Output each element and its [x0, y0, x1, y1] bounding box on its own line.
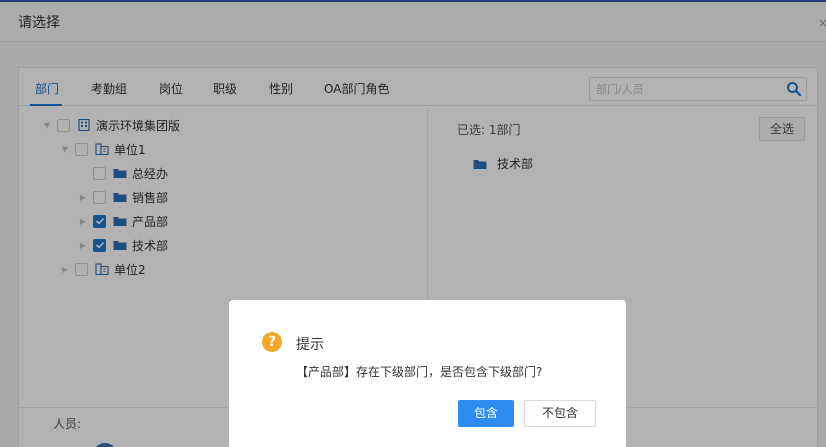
- modal-message: 【产品部】存在下级部门，是否包含下级部门?: [296, 365, 543, 379]
- exclude-button[interactable]: 不包含: [524, 400, 596, 427]
- question-icon: ?: [262, 332, 282, 352]
- include-button[interactable]: 包含: [458, 400, 514, 427]
- modal-title: 提示: [296, 337, 324, 353]
- confirm-modal: ? 提示 【产品部】存在下级部门，是否包含下级部门? 包含 不包含: [229, 300, 626, 447]
